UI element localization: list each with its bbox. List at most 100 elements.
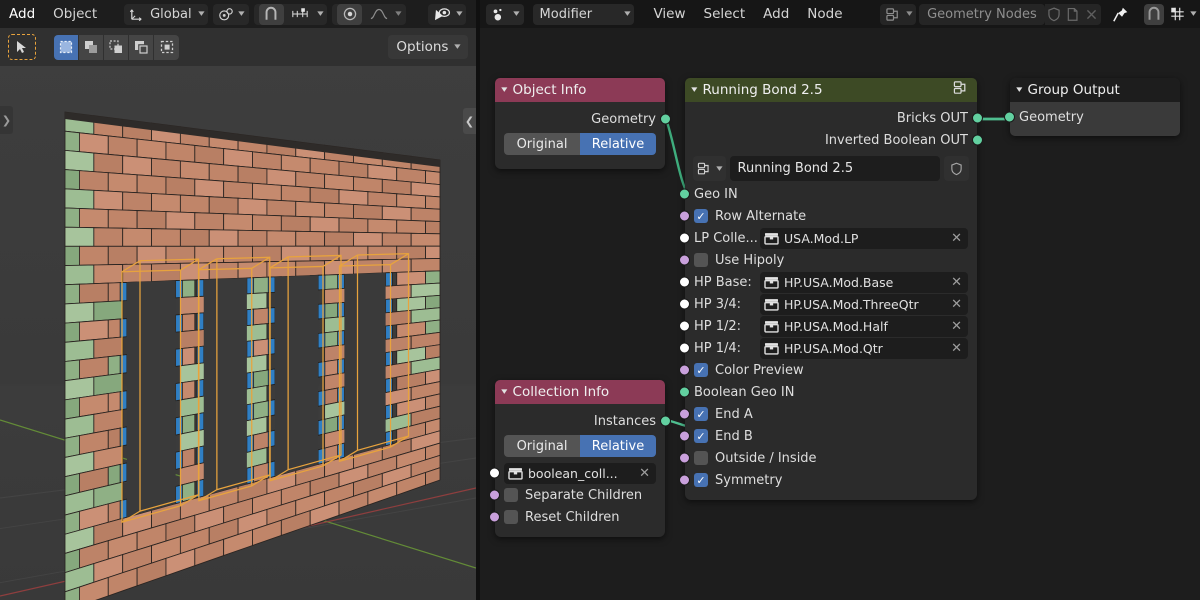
node-collection-field-hp-3-4[interactable]: HP 3/4: HP.USA.Mod.ThreeQtr ✕ bbox=[679, 293, 977, 315]
socket-geometry-in[interactable] bbox=[1004, 111, 1015, 123]
socket-bool-outside-inside[interactable] bbox=[679, 452, 690, 464]
node-object-info[interactable]: ▾ Object Info Geometry Original Relative bbox=[495, 78, 671, 169]
proportional-editing-group[interactable]: ▾ bbox=[332, 3, 406, 25]
select-mode-subtract[interactable] bbox=[104, 34, 129, 60]
node-output-geometry[interactable]: Geometry bbox=[495, 108, 671, 130]
3d-viewport[interactable]: ❯ ❮ bbox=[0, 28, 476, 600]
socket-coll-hp-3-4[interactable] bbox=[679, 298, 690, 310]
fake-user-button[interactable] bbox=[1044, 3, 1064, 25]
node-checkbox-reset-children[interactable]: Reset Children bbox=[489, 506, 665, 528]
option-original[interactable]: Original bbox=[504, 133, 580, 155]
node-output-bricks[interactable]: Bricks OUT bbox=[685, 107, 983, 129]
menu-select[interactable]: Select bbox=[695, 0, 755, 28]
socket-coll-hp-base[interactable] bbox=[679, 276, 690, 288]
proportional-edit-toggle[interactable] bbox=[337, 3, 363, 25]
snap-group[interactable]: ▾ bbox=[253, 3, 328, 25]
proportional-falloff-dropdown[interactable] bbox=[366, 4, 391, 25]
collapse-triangle-icon[interactable]: ▾ bbox=[501, 387, 507, 397]
node-collection-field-hp-1-4[interactable]: HP 1/4: HP.USA.Mod.Qtr ✕ bbox=[679, 337, 977, 359]
node-checkbox-row-alternate[interactable]: ✓ Row Alternate bbox=[679, 205, 977, 227]
unlink-button[interactable] bbox=[1081, 3, 1102, 25]
collection-input[interactable]: HP.USA.Mod.ThreeQtr ✕ bbox=[760, 293, 968, 315]
menu-view[interactable]: View bbox=[644, 0, 694, 28]
node-collection-info[interactable]: ▾ Collection Info Instances Original Rel… bbox=[489, 380, 671, 537]
collection-input[interactable]: USA.Mod.LP ✕ bbox=[760, 227, 968, 249]
clear-icon[interactable]: ✕ bbox=[637, 466, 652, 481]
pivot-point-dropdown[interactable]: ▾ bbox=[213, 3, 249, 25]
node-editor-canvas[interactable]: ▾ Object Info Geometry Original Relative… bbox=[480, 28, 1200, 600]
snap-toggle[interactable] bbox=[258, 3, 284, 25]
snap-target-dropdown[interactable] bbox=[288, 4, 313, 25]
collapse-triangle-icon[interactable]: ▾ bbox=[501, 85, 507, 95]
menu-add[interactable]: Add bbox=[754, 0, 798, 28]
collection-input[interactable]: HP.USA.Mod.Qtr ✕ bbox=[760, 337, 968, 359]
socket-instances-out[interactable] bbox=[660, 415, 671, 427]
node-header[interactable]: ▾ Collection Info bbox=[495, 380, 665, 404]
option-original[interactable]: Original bbox=[504, 435, 580, 457]
socket-bool-use-hipoly[interactable] bbox=[679, 254, 690, 266]
socket-coll-boolean-coll[interactable] bbox=[489, 467, 500, 479]
node-collection-field-lp-colle[interactable]: LP Colle... USA.Mod.LP ✕ bbox=[679, 227, 977, 249]
socket-bool-reset-children[interactable] bbox=[489, 511, 500, 523]
checkbox-reset-children[interactable] bbox=[504, 510, 518, 524]
socket-bool-end-a[interactable] bbox=[679, 408, 690, 420]
node-overlay-dropdown[interactable]: ▾ bbox=[1164, 4, 1200, 25]
node-group-output[interactable]: ▾ Group Output Geometry bbox=[1004, 78, 1180, 136]
clear-icon[interactable]: ✕ bbox=[949, 231, 964, 246]
viewport-sidebar-toggle-left[interactable]: ❯ bbox=[0, 106, 13, 134]
node-context-dropdown[interactable]: Modifier ▾ bbox=[532, 3, 635, 25]
node-checkbox-color-preview[interactable]: ✓ Color Preview bbox=[679, 359, 977, 381]
options-dropdown[interactable]: Options ▾ bbox=[388, 35, 468, 59]
node-output-inverted-boolean[interactable]: Inverted Boolean OUT bbox=[685, 129, 983, 151]
node-checkbox-outside-inside[interactable]: Outside / Inside bbox=[679, 447, 977, 469]
socket-coll-lp-colle[interactable] bbox=[679, 232, 690, 244]
viewport-sidebar-toggle-right[interactable]: ❮ bbox=[463, 108, 476, 134]
node-input-geo-in[interactable]: Geo IN bbox=[679, 183, 977, 205]
checkbox-end-b[interactable]: ✓ bbox=[694, 429, 708, 443]
collapse-triangle-icon[interactable]: ▾ bbox=[691, 85, 697, 95]
node-header[interactable]: ▾ Group Output bbox=[1010, 78, 1180, 102]
socket-geometry-out[interactable] bbox=[660, 113, 671, 125]
fake-user-button[interactable] bbox=[944, 156, 969, 181]
checkbox-color-preview[interactable]: ✓ bbox=[694, 363, 708, 377]
node-collection-field-hp-1-2[interactable]: HP 1/2: HP.USA.Mod.Half ✕ bbox=[679, 315, 977, 337]
select-mode-invert[interactable] bbox=[129, 34, 154, 60]
select-mode-new[interactable] bbox=[54, 34, 79, 60]
socket-bool-color-preview[interactable] bbox=[679, 364, 690, 376]
select-mode-group[interactable] bbox=[54, 34, 179, 60]
node-header[interactable]: ▾ Running Bond 2.5 bbox=[685, 78, 977, 102]
clear-icon[interactable]: ✕ bbox=[949, 275, 964, 290]
select-mode-extend[interactable] bbox=[79, 34, 104, 60]
option-relative[interactable]: Relative bbox=[580, 435, 656, 457]
new-datablock-button[interactable] bbox=[1063, 3, 1082, 25]
socket-bool-symmetry[interactable] bbox=[679, 474, 690, 486]
transform-space-toggle[interactable]: Original Relative bbox=[504, 435, 656, 457]
select-mode-intersect[interactable] bbox=[154, 34, 179, 60]
socket-coll-hp-1-4[interactable] bbox=[679, 342, 690, 354]
collection-input[interactable]: HP.USA.Mod.Base ✕ bbox=[760, 271, 968, 293]
node-input-geometry[interactable]: Geometry bbox=[1004, 106, 1180, 128]
node-checkbox-end-b[interactable]: ✓ End B bbox=[679, 425, 977, 447]
socket-coll-hp-1-2[interactable] bbox=[679, 320, 690, 332]
socket-inverted-boolean-out[interactable] bbox=[972, 134, 983, 146]
menu-object[interactable]: Object bbox=[44, 0, 106, 28]
socket-bool-separate-children[interactable] bbox=[489, 489, 500, 501]
checkbox-outside-inside[interactable] bbox=[694, 451, 708, 465]
node-checkbox-symmetry[interactable]: ✓ Symmetry bbox=[679, 469, 977, 491]
clear-icon[interactable]: ✕ bbox=[949, 297, 964, 312]
socket-bool-end-b[interactable] bbox=[679, 430, 690, 442]
node-checkbox-use-hipoly[interactable]: Use Hipoly bbox=[679, 249, 977, 271]
transform-orientation-dropdown[interactable]: Global ▾ bbox=[124, 3, 209, 25]
menu-add[interactable]: Add bbox=[0, 0, 44, 28]
node-group-browse-button[interactable]: ▾ bbox=[693, 156, 726, 181]
socket-geo-boolean-geo-in[interactable] bbox=[679, 386, 690, 398]
collection-input[interactable]: boolean_coll... ✕ bbox=[504, 462, 656, 484]
node-group-name-field[interactable]: Running Bond 2.5 bbox=[729, 156, 940, 181]
checkbox-end-a[interactable]: ✓ bbox=[694, 407, 708, 421]
node-tree-name-field[interactable]: Geometry Nodes bbox=[919, 3, 1045, 25]
menu-node[interactable]: Node bbox=[798, 0, 851, 28]
object-visibility-dropdown[interactable]: ▾ bbox=[427, 3, 467, 25]
node-tree-browse-dropdown[interactable]: ▾ bbox=[879, 3, 917, 25]
transform-space-toggle[interactable]: Original Relative bbox=[504, 133, 656, 155]
node-output-instances[interactable]: Instances bbox=[495, 410, 671, 432]
